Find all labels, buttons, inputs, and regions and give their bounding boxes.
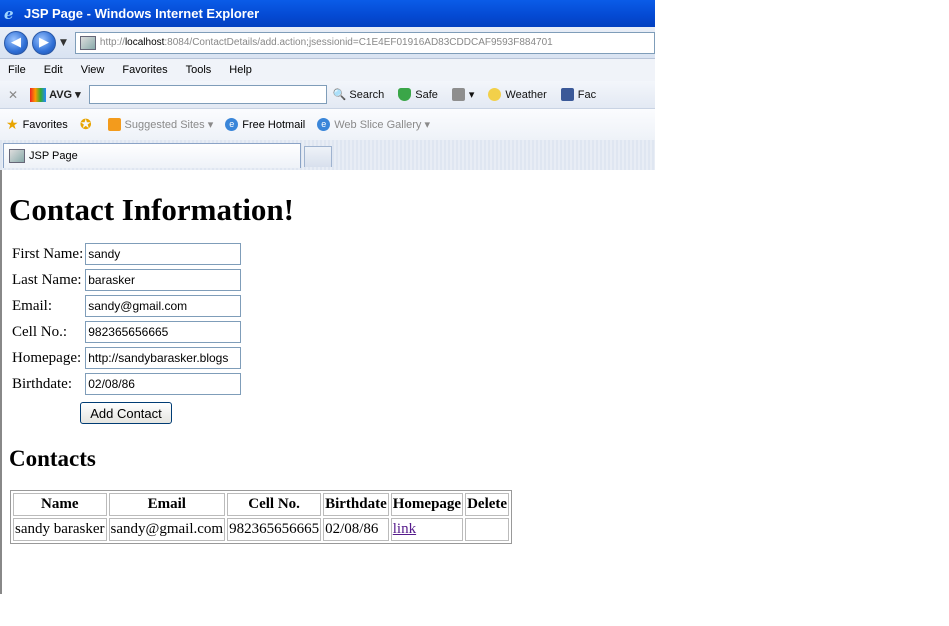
url-rest: :8084/ContactDetails/add.action;jsession… xyxy=(164,37,553,48)
free-hotmail-link[interactable]: e Free Hotmail xyxy=(225,118,305,131)
column-header-homepage: Homepage xyxy=(390,493,464,516)
address-input[interactable]: http://localhost:8084/ContactDetails/add… xyxy=(74,31,655,54)
new-tab-button[interactable] xyxy=(304,146,332,167)
homepage-link[interactable]: link xyxy=(393,521,416,537)
trash-icon xyxy=(451,88,465,101)
birthdate-field[interactable] xyxy=(85,373,242,395)
close-toolbar-icon[interactable]: ✕ xyxy=(8,88,18,102)
contacts-table: Name Email Cell No. Birthdate Homepage D… xyxy=(10,490,513,544)
first-name-label: First Name: xyxy=(12,245,84,262)
suggested-sites-icon xyxy=(107,118,121,131)
suggested-sites-link[interactable]: Suggested Sites ▾ xyxy=(107,118,213,131)
history-dropdown-icon[interactable]: ▼ xyxy=(60,38,67,48)
email-field[interactable] xyxy=(85,295,242,317)
menu-favorites[interactable]: Favorites xyxy=(122,64,167,76)
search-icon: 🔍 xyxy=(332,89,347,101)
homepage-field[interactable] xyxy=(85,347,242,369)
column-header-birthdate: Birthdate xyxy=(323,493,389,516)
weather-icon xyxy=(488,88,502,101)
menu-view[interactable]: View xyxy=(81,64,105,76)
column-header-email: Email xyxy=(108,493,226,516)
menu-file[interactable]: File xyxy=(8,64,26,76)
page-icon xyxy=(79,35,96,50)
trash-button[interactable]: ▾ xyxy=(451,88,474,101)
avg-logo-icon xyxy=(30,87,47,102)
safe-button[interactable]: Safe xyxy=(398,88,438,101)
email-label: Email: xyxy=(12,297,52,314)
window-left-edge xyxy=(0,170,2,594)
tab-jsp-page[interactable]: JSP Page xyxy=(3,143,301,168)
cell-field[interactable] xyxy=(85,321,242,343)
column-header-cell: Cell No. xyxy=(227,493,322,516)
last-name-field[interactable] xyxy=(85,269,242,291)
avg-button[interactable]: AVG ▾ xyxy=(30,87,81,102)
column-header-delete: Delete xyxy=(465,493,510,516)
cell-homepage: link xyxy=(390,518,464,541)
url-prefix: http:// xyxy=(99,37,125,48)
add-star-icon: ✪ xyxy=(79,116,92,132)
web-slice-gallery-link[interactable]: e Web Slice Gallery ▾ xyxy=(317,118,430,131)
ie-page-icon: e xyxy=(225,118,239,131)
cell-cell-no: 982365656665 xyxy=(227,518,322,541)
search-button[interactable]: 🔍 Search xyxy=(332,88,385,102)
birthdate-label: Birthdate: xyxy=(12,375,72,392)
cell-name: sandy barasker xyxy=(13,518,107,541)
tab-title: JSP Page xyxy=(29,150,78,162)
tab-row: JSP Page xyxy=(0,140,655,170)
ie-logo-icon: e xyxy=(4,4,14,23)
avg-toolbar: ✕ AVG ▾ 🔍 Search Safe ▾ Weather Fac xyxy=(0,81,655,109)
table-header-row: Name Email Cell No. Birthdate Homepage D… xyxy=(13,493,510,516)
add-contact-button[interactable]: Add Contact xyxy=(80,402,172,424)
toolbar-search-input[interactable] xyxy=(88,85,327,104)
back-button[interactable]: ◀ xyxy=(4,30,28,55)
favorites-bar: ★ Favorites ✪ Suggested Sites ▾ e Free Hot… xyxy=(0,109,655,140)
star-icon: ★ xyxy=(6,116,19,132)
shield-icon xyxy=(398,88,412,101)
menu-help[interactable]: Help xyxy=(229,64,252,76)
title-bar: e JSP Page - Windows Internet Explorer xyxy=(0,0,655,27)
page-icon xyxy=(9,149,25,163)
add-favorite-button[interactable]: ✪ xyxy=(80,116,96,133)
table-row: sandy barasker sandy@gmail.com 982365656… xyxy=(13,518,510,541)
url-host: localhost xyxy=(124,37,165,48)
facebook-button[interactable]: Fac xyxy=(560,88,596,101)
last-name-label: Last Name: xyxy=(12,271,82,288)
menu-tools[interactable]: Tools xyxy=(186,64,212,76)
cell-label: Cell No.: xyxy=(12,323,67,340)
favorites-button[interactable]: ★ Favorites xyxy=(6,116,68,133)
facebook-icon xyxy=(560,88,574,101)
menu-edit[interactable]: Edit xyxy=(44,64,63,76)
window-title: JSP Page - Windows Internet Explorer xyxy=(24,6,260,21)
contacts-heading: Contacts xyxy=(9,446,96,471)
page-title: Contact Information! xyxy=(9,192,294,227)
browser-chrome: e JSP Page - Windows Internet Explorer ◀… xyxy=(0,0,655,170)
first-name-field[interactable] xyxy=(85,243,242,265)
cell-email: sandy@gmail.com xyxy=(108,518,226,541)
forward-button[interactable]: ▶ xyxy=(32,30,56,55)
column-header-name: Name xyxy=(13,493,107,516)
address-bar-row: ◀ ▶ ▼ http://localhost:8084/ContactDetai… xyxy=(0,27,655,59)
contact-form: First Name: Last Name: Email: Cell No.: … xyxy=(10,240,243,398)
ie-page-icon: e xyxy=(317,118,331,131)
weather-button[interactable]: Weather xyxy=(488,88,547,101)
cell-delete xyxy=(465,518,510,541)
cell-birthdate: 02/08/86 xyxy=(323,518,389,541)
homepage-label: Homepage: xyxy=(12,349,82,366)
page-content: Contact Information! First Name: Last Na… xyxy=(9,182,513,544)
menu-bar: File Edit View Favorites Tools Help xyxy=(0,59,655,81)
